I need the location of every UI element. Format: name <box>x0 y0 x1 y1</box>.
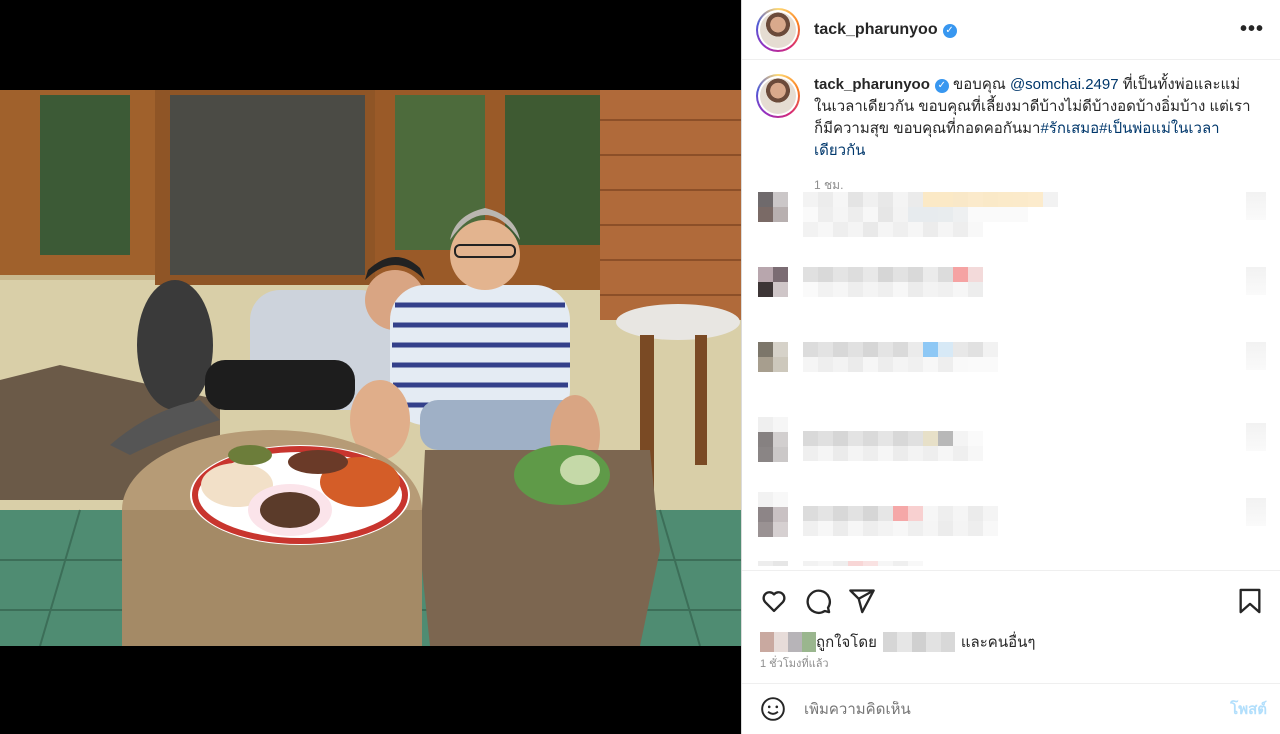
post-photo <box>0 90 741 646</box>
more-options-button[interactable]: ••• <box>1240 18 1264 41</box>
post-caption: tack_pharunyoo ✓ ขอบคุณ @somchai.2497 ที่… <box>742 60 1280 196</box>
comment-item <box>758 336 1266 411</box>
comment-item <box>758 186 1266 261</box>
comment-composer: โพสต์ <box>742 683 1280 734</box>
bookmark-icon[interactable] <box>1236 587 1264 615</box>
author-avatar[interactable] <box>756 7 800 52</box>
comment-item <box>758 486 1266 561</box>
caption-username[interactable]: tack_pharunyoo <box>814 76 930 93</box>
share-icon[interactable] <box>848 587 876 615</box>
comment-item <box>758 561 1266 566</box>
likes-summary: ถูกใจโดย และคนอื่นๆ <box>760 630 1035 654</box>
post-header: tack_pharunyoo ✓ ••• <box>742 0 1280 60</box>
action-bar <box>742 570 1280 630</box>
verified-badge-icon: ✓ <box>942 23 957 38</box>
comment-list <box>758 186 1266 566</box>
post-side-panel: tack_pharunyoo ✓ ••• tack_pharunyoo ✓ ขอบค… <box>741 0 1280 734</box>
comment-input[interactable] <box>804 700 1231 718</box>
caption-mention[interactable]: @somchai.2497 <box>1010 76 1119 93</box>
likes-prefix: ถูกใจโดย <box>816 634 877 651</box>
author-username[interactable]: tack_pharunyoo ✓ <box>814 21 957 39</box>
post-comment-button[interactable]: โพสต์ <box>1230 697 1267 721</box>
liker-name[interactable] <box>882 632 955 652</box>
caption-avatar[interactable] <box>756 74 800 118</box>
heart-icon[interactable] <box>760 587 788 615</box>
emoji-icon[interactable] <box>760 696 786 722</box>
comment-icon[interactable] <box>804 587 832 615</box>
likes-suffix[interactable]: และคนอื่นๆ <box>961 630 1036 654</box>
liker-avatars[interactable] <box>760 632 816 652</box>
comment-item <box>758 411 1266 486</box>
verified-badge-icon: ✓ <box>934 79 949 93</box>
comment-item <box>758 261 1266 336</box>
post-media[interactable] <box>0 0 741 734</box>
caption-text-before: ขอบคุณ <box>953 76 1010 93</box>
post-timestamp[interactable]: 1 ชั่วโมงที่แล้ว <box>760 654 829 672</box>
